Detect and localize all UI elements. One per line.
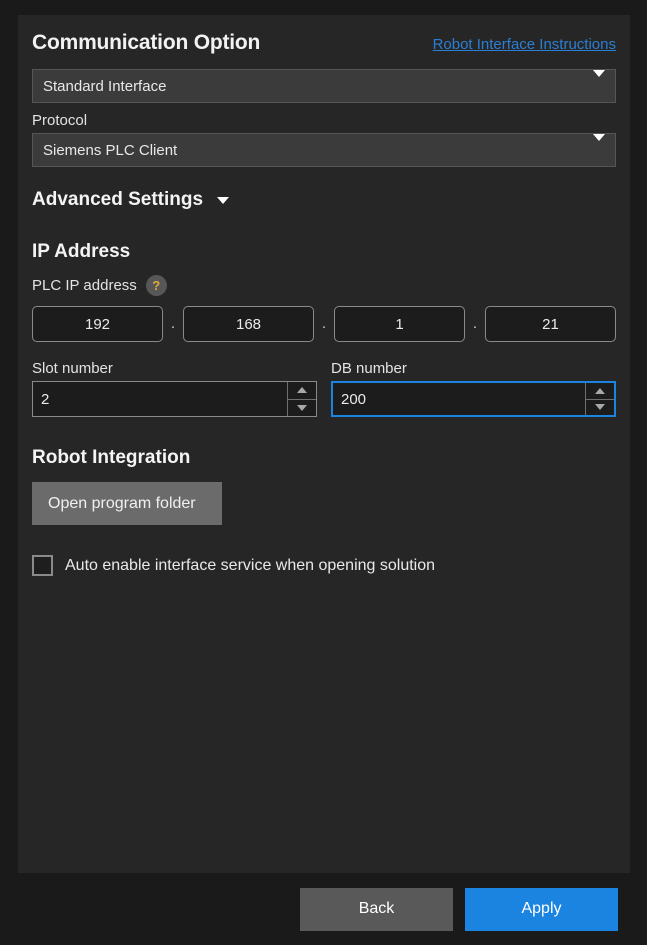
ip-separator: . — [170, 315, 176, 332]
slot-number-group: Slot number — [32, 360, 317, 417]
ip-separator: . — [472, 315, 478, 332]
number-fields-row: Slot number DB number — [32, 360, 616, 417]
robot-integration-heading: Robot Integration — [32, 447, 191, 468]
interface-type-value: Standard Interface — [43, 77, 167, 95]
ip-octet-2[interactable] — [183, 306, 314, 342]
auto-enable-checkbox-row[interactable]: Auto enable interface service when openi… — [32, 555, 616, 576]
open-program-folder-button[interactable]: Open program folder — [32, 482, 222, 525]
protocol-dropdown[interactable]: Siemens PLC Client — [32, 133, 616, 167]
ip-address-input-group: . . . — [32, 306, 616, 342]
db-number-input[interactable] — [333, 383, 585, 415]
chevron-down-icon — [593, 134, 605, 159]
question-mark-icon[interactable]: ? — [145, 275, 167, 296]
db-number-spinner-buttons — [585, 383, 614, 415]
slot-number-label: Slot number — [32, 360, 113, 377]
ip-address-heading: IP Address — [32, 241, 131, 262]
db-number-label: DB number — [331, 360, 407, 377]
robot-interface-instructions-link[interactable]: Robot Interface Instructions — [433, 36, 616, 53]
slot-number-decrement-button[interactable] — [288, 398, 316, 417]
auto-enable-label: Auto enable interface service when openi… — [65, 556, 436, 574]
footer-bar: Back Apply — [0, 873, 647, 945]
triangle-down-icon — [297, 404, 307, 411]
back-button[interactable]: Back — [300, 887, 453, 931]
chevron-down-icon — [217, 196, 230, 204]
ip-separator: . — [321, 315, 327, 332]
chevron-down-icon — [593, 70, 605, 95]
slot-number-stepper[interactable] — [32, 381, 317, 417]
advanced-settings-label: Advanced Settings — [32, 189, 204, 210]
triangle-up-icon — [595, 387, 605, 394]
db-number-increment-button[interactable] — [586, 383, 614, 399]
interface-type-dropdown[interactable]: Standard Interface — [32, 69, 616, 103]
triangle-up-icon — [297, 387, 307, 394]
ip-octet-1[interactable] — [32, 306, 163, 342]
db-number-decrement-button[interactable] — [586, 398, 614, 416]
ip-octet-4[interactable] — [485, 306, 616, 342]
communication-header: Communication Option Robot Interface Ins… — [32, 31, 616, 65]
db-number-stepper[interactable] — [331, 381, 616, 417]
db-number-group: DB number — [331, 360, 616, 417]
slot-number-increment-button[interactable] — [288, 382, 316, 399]
ip-octet-3[interactable] — [334, 306, 465, 342]
protocol-value: Siemens PLC Client — [43, 141, 178, 159]
triangle-down-icon — [595, 404, 605, 411]
slot-number-input[interactable] — [33, 382, 287, 416]
advanced-settings-toggle[interactable]: Advanced Settings — [32, 189, 616, 211]
settings-panel: Communication Option Robot Interface Ins… — [18, 15, 630, 873]
apply-button[interactable]: Apply — [465, 887, 618, 931]
settings-window: Communication Option Robot Interface Ins… — [0, 0, 647, 945]
slot-number-spinner-buttons — [287, 382, 316, 416]
auto-enable-checkbox[interactable] — [32, 555, 53, 576]
plc-ip-label-row: PLC IP address ? — [32, 275, 616, 296]
page-title: Communication Option — [32, 31, 261, 54]
protocol-label: Protocol — [32, 112, 88, 129]
plc-ip-label: PLC IP address — [32, 277, 137, 294]
